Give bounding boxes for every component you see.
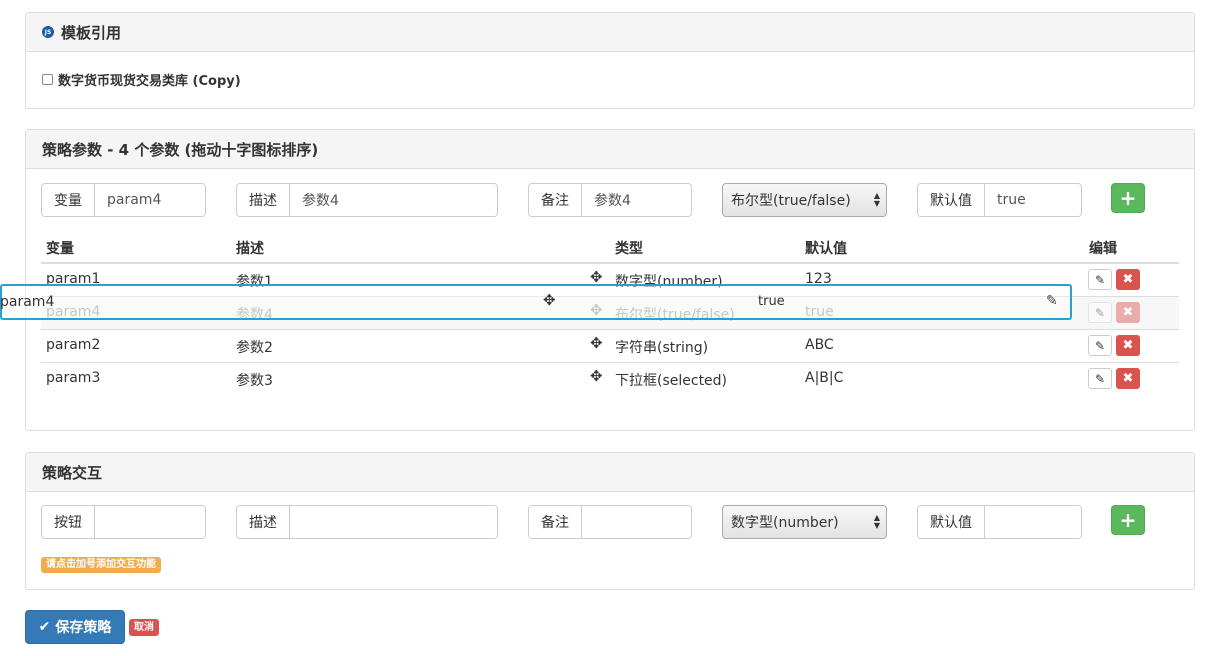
dragging-row-var: param4 [0, 294, 55, 310]
param-note-group: 备注 参数4 [528, 183, 692, 217]
edit-button[interactable]: ✎ [1088, 269, 1112, 290]
param-desc-group: 描述 参数4 [236, 183, 498, 217]
pencil-icon: ✎ [1094, 338, 1106, 353]
param-var-input[interactable]: param4 [95, 184, 205, 216]
row-type: 字符串(string) [615, 340, 709, 356]
template-panel-title: 模板引用 [61, 23, 122, 42]
interaction-button-group: 按钮 [41, 505, 206, 539]
interaction-type-selected: 数字型(number) [731, 515, 839, 531]
param-var-label: 变量 [42, 184, 95, 216]
add-interaction-button[interactable]: + [1111, 505, 1145, 535]
interaction-desc-label: 描述 [237, 506, 290, 538]
interaction-default-input[interactable] [985, 506, 1081, 538]
interaction-panel-heading: 策略交互 [26, 453, 1194, 492]
table-header-divider [41, 262, 1179, 264]
interaction-desc-input[interactable] [290, 506, 497, 538]
checkmark-icon: ✔ [38, 619, 51, 635]
interaction-default-group: 默认值 [917, 505, 1082, 539]
param-type-select[interactable]: 布尔型(true/false) ▲ ▼ [722, 183, 887, 217]
interaction-button-label: 按钮 [42, 506, 95, 538]
row-var: param2 [46, 337, 101, 353]
close-icon: ✖ [1122, 371, 1134, 386]
param-note-input[interactable]: 参数4 [582, 184, 691, 216]
template-panel-heading: JS 模板引用 [26, 13, 1194, 52]
interaction-default-label: 默认值 [918, 506, 985, 538]
row-divider [41, 362, 1179, 363]
param-note-label: 备注 [529, 184, 582, 216]
edit-button[interactable]: ✎ [1088, 368, 1112, 389]
interaction-panel-title: 策略交互 [42, 463, 103, 482]
col-header-var: 变量 [46, 241, 74, 257]
move-icon[interactable]: ✥ [590, 334, 603, 352]
param-default-group: 默认值 true [917, 183, 1082, 217]
pencil-icon: ✎ [1094, 305, 1106, 320]
interaction-note-input[interactable] [582, 506, 691, 538]
edit-button[interactable]: ✎ [1088, 335, 1112, 356]
row-type: 下拉框(selected) [615, 373, 728, 389]
delete-button[interactable]: ✖ [1116, 269, 1140, 290]
move-icon[interactable]: ✥ [543, 291, 556, 309]
param-default-label: 默认值 [918, 184, 985, 216]
row-desc: 参数2 [236, 340, 273, 356]
interaction-button-input[interactable] [95, 506, 205, 538]
dragging-row-default: true [758, 294, 785, 309]
move-icon[interactable]: ✥ [590, 367, 603, 385]
row-divider [41, 329, 1179, 330]
delete-button[interactable]: ✖ [1116, 302, 1140, 323]
row-var: param3 [46, 370, 101, 386]
select-arrows-icon: ▲ ▼ [873, 513, 880, 530]
js-icon: JS [42, 26, 54, 38]
select-arrows-icon: ▲ ▼ [873, 191, 880, 208]
row-default: A|B|C [805, 370, 844, 386]
param-type-selected: 布尔型(true/false) [731, 193, 851, 209]
close-icon: ✖ [1122, 272, 1134, 287]
interaction-hint-badge: 请点击加号添加交互功能 [41, 557, 161, 573]
col-header-edit: 编辑 [1089, 241, 1117, 257]
params-panel-title: 策略参数 - 4 个参数 (拖动十字图标排序) [42, 140, 319, 159]
cancel-button[interactable]: 取消 [129, 619, 159, 636]
template-panel: JS 模板引用 数字货币现货交易类库 (Copy) [25, 12, 1195, 109]
template-checkbox-label[interactable]: 数字货币现货交易类库 (Copy) [58, 70, 241, 89]
row-desc: 参数3 [236, 373, 273, 389]
interaction-type-select[interactable]: 数字型(number) ▲ ▼ [722, 505, 887, 539]
add-param-button[interactable]: + [1111, 183, 1145, 213]
close-icon: ✖ [1122, 338, 1134, 353]
col-header-desc: 描述 [236, 241, 264, 257]
interaction-note-label: 备注 [529, 506, 582, 538]
template-checkbox[interactable] [42, 74, 53, 85]
row-default: ABC [805, 337, 834, 353]
pencil-icon: ✎ [1094, 371, 1106, 386]
interaction-desc-group: 描述 [236, 505, 498, 539]
dragging-row[interactable]: param4 ✥ true ✎ [0, 284, 1072, 320]
param-var-group: 变量 param4 [41, 183, 206, 217]
param-default-input[interactable]: true [985, 184, 1081, 216]
close-icon: ✖ [1122, 305, 1134, 320]
delete-button[interactable]: ✖ [1116, 335, 1140, 356]
edit-button[interactable]: ✎ [1088, 302, 1112, 323]
save-strategy-label: 保存策略 [55, 620, 112, 636]
param-desc-input[interactable]: 参数4 [290, 184, 497, 216]
pencil-icon: ✎ [1094, 272, 1106, 287]
params-panel-heading: 策略参数 - 4 个参数 (拖动十字图标排序) [26, 130, 1194, 169]
save-strategy-button[interactable]: ✔ 保存策略 [25, 610, 125, 644]
col-header-default: 默认值 [805, 241, 847, 257]
interaction-note-group: 备注 [528, 505, 692, 539]
delete-button[interactable]: ✖ [1116, 368, 1140, 389]
col-header-type: 类型 [615, 241, 643, 257]
params-panel: 策略参数 - 4 个参数 (拖动十字图标排序) [25, 129, 1195, 431]
param-desc-label: 描述 [237, 184, 290, 216]
pencil-icon[interactable]: ✎ [1046, 293, 1058, 309]
